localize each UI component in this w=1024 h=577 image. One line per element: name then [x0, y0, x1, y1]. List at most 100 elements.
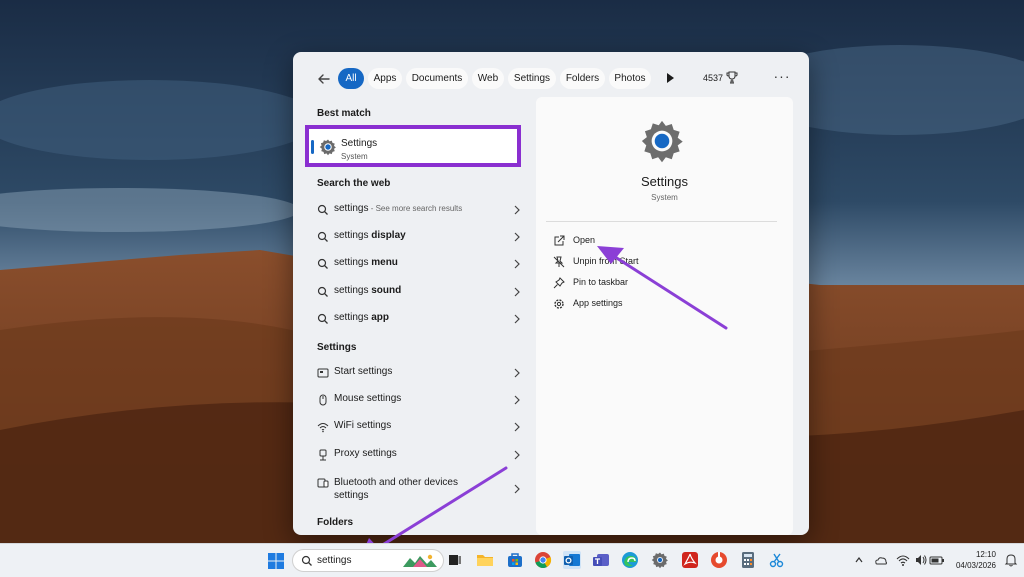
- web-result-settings[interactable]: settings - See more search results: [317, 198, 522, 222]
- bluetooth-devices-icon: [317, 478, 329, 488]
- settings-result-label: Start settings: [334, 366, 393, 377]
- settings-result-wifi[interactable]: WiFi settings: [317, 415, 522, 439]
- search-icon: [317, 258, 328, 269]
- filter-documents[interactable]: Documents: [406, 68, 468, 89]
- proxy-icon: [319, 449, 327, 461]
- open-external-icon: [554, 235, 565, 246]
- onedrive-icon[interactable]: [874, 553, 888, 567]
- teams-icon[interactable]: [592, 551, 610, 569]
- taskbar: 12:10 04/03/2026: [0, 543, 1024, 577]
- chevron-right-icon: [514, 259, 520, 269]
- web-result-query: settings: [334, 230, 372, 241]
- web-result-query: settings: [334, 257, 372, 268]
- system-clock[interactable]: 12:10 04/03/2026: [948, 549, 996, 571]
- pin-taskbar-label: Pin to taskbar: [573, 277, 629, 287]
- windows-start-icon[interactable]: [268, 553, 284, 569]
- unpin-start-action[interactable]: Unpin from Start: [553, 253, 753, 271]
- more-options-icon[interactable]: ···: [773, 69, 791, 87]
- filter-folders[interactable]: Folders: [560, 68, 605, 89]
- settings-result-bluetooth[interactable]: Bluetooth and other devices settings: [317, 471, 522, 507]
- web-result-hint: - See more search results: [368, 204, 463, 213]
- web-result-settings-app[interactable]: settings app: [317, 307, 522, 331]
- unpin-icon: [553, 256, 565, 268]
- chrome-icon[interactable]: [534, 551, 552, 569]
- web-result-settings-menu[interactable]: settings menu: [317, 252, 522, 276]
- pin-icon: [553, 277, 565, 289]
- taskbar-search-input[interactable]: [317, 553, 397, 568]
- web-result-settings-display[interactable]: settings display: [317, 225, 522, 249]
- back-arrow-icon[interactable]: [315, 70, 333, 88]
- web-result-query: settings: [334, 312, 372, 323]
- search-icon: [317, 286, 328, 297]
- rewards-points: 4537: [703, 73, 724, 83]
- search-icon: [301, 555, 312, 566]
- search-icon: [317, 313, 328, 324]
- preview-divider: [546, 221, 777, 222]
- acrobat-icon[interactable]: [681, 551, 699, 569]
- open-action[interactable]: Open: [553, 232, 753, 250]
- gear-icon: [554, 299, 564, 309]
- result-preview-pane: Settings System Open Unpin from Start Pi…: [536, 97, 793, 535]
- file-explorer-icon[interactable]: [476, 551, 494, 569]
- filter-all[interactable]: All: [338, 68, 364, 89]
- settings-result-start[interactable]: Start settings: [317, 361, 522, 385]
- more-filters-play-icon[interactable]: [664, 72, 676, 84]
- results-list: Best match Settings System Search the we…: [303, 102, 543, 535]
- best-match-subtitle: System: [341, 152, 368, 161]
- mouse-icon: [319, 394, 327, 406]
- filter-apps[interactable]: Apps: [368, 68, 402, 89]
- wifi-status-icon[interactable]: [896, 553, 910, 567]
- settings-result-label: Proxy settings: [334, 448, 397, 459]
- settings-result-label: Bluetooth and other devices settings: [334, 477, 458, 501]
- chevron-right-icon: [514, 205, 520, 215]
- volume-icon[interactable]: [914, 553, 928, 567]
- filter-web[interactable]: Web: [472, 68, 504, 89]
- web-result-query-bold: sound: [371, 285, 402, 296]
- outlook-icon[interactable]: [563, 551, 581, 569]
- clock-date: 04/03/2026: [955, 561, 996, 570]
- preview-subtitle: System: [651, 193, 678, 202]
- search-icon: [317, 204, 328, 215]
- clock-time: 12:10: [975, 550, 996, 559]
- snipping-tool-icon[interactable]: [768, 551, 786, 569]
- chevron-right-icon: [514, 395, 520, 405]
- search-icon: [317, 231, 328, 242]
- taskbar-search-box[interactable]: [292, 549, 444, 572]
- settings-result-proxy[interactable]: Proxy settings: [317, 443, 522, 467]
- calculator-icon[interactable]: [739, 551, 757, 569]
- best-match-settings[interactable]: Settings System: [305, 125, 521, 167]
- open-action-label: Open: [573, 235, 596, 245]
- filter-settings[interactable]: Settings: [508, 68, 556, 89]
- start-menu-icon: [317, 368, 329, 378]
- web-result-settings-sound[interactable]: settings sound: [317, 280, 522, 304]
- settings-result-label: WiFi settings: [334, 420, 392, 431]
- web-result-query: settings: [334, 203, 369, 214]
- app-settings-action[interactable]: App settings: [553, 295, 753, 313]
- chevron-right-icon: [514, 232, 520, 242]
- chevron-right-icon: [514, 314, 520, 324]
- best-match-heading: Best match: [317, 108, 371, 119]
- notifications-icon[interactable]: [1004, 553, 1018, 567]
- chevron-right-icon: [514, 368, 520, 378]
- web-result-query: settings: [334, 285, 372, 296]
- search-filter-bar: All Apps Documents Web Settings Folders …: [293, 52, 809, 102]
- edge-icon[interactable]: [621, 551, 639, 569]
- best-match-title: Settings: [341, 138, 378, 149]
- battery-icon[interactable]: [929, 553, 945, 567]
- settings-icon[interactable]: [651, 551, 669, 569]
- settings-result-label: Mouse settings: [334, 393, 402, 404]
- chevron-right-icon: [514, 287, 520, 297]
- web-result-query-bold: display: [371, 230, 406, 241]
- task-view-icon[interactable]: [446, 551, 464, 569]
- chevron-up-icon[interactable]: [854, 553, 864, 567]
- pin-taskbar-action[interactable]: Pin to taskbar: [553, 274, 753, 292]
- store-icon[interactable]: [506, 551, 524, 569]
- office-icon[interactable]: [710, 551, 728, 569]
- unpin-start-label: Unpin from Start: [573, 256, 639, 266]
- trophy-icon[interactable]: [726, 71, 738, 84]
- preview-title: Settings: [641, 174, 688, 189]
- filter-photos[interactable]: Photos: [609, 68, 651, 89]
- settings-result-mouse[interactable]: Mouse settings: [317, 388, 522, 412]
- gear-icon: [641, 120, 683, 163]
- app-settings-label: App settings: [573, 298, 623, 308]
